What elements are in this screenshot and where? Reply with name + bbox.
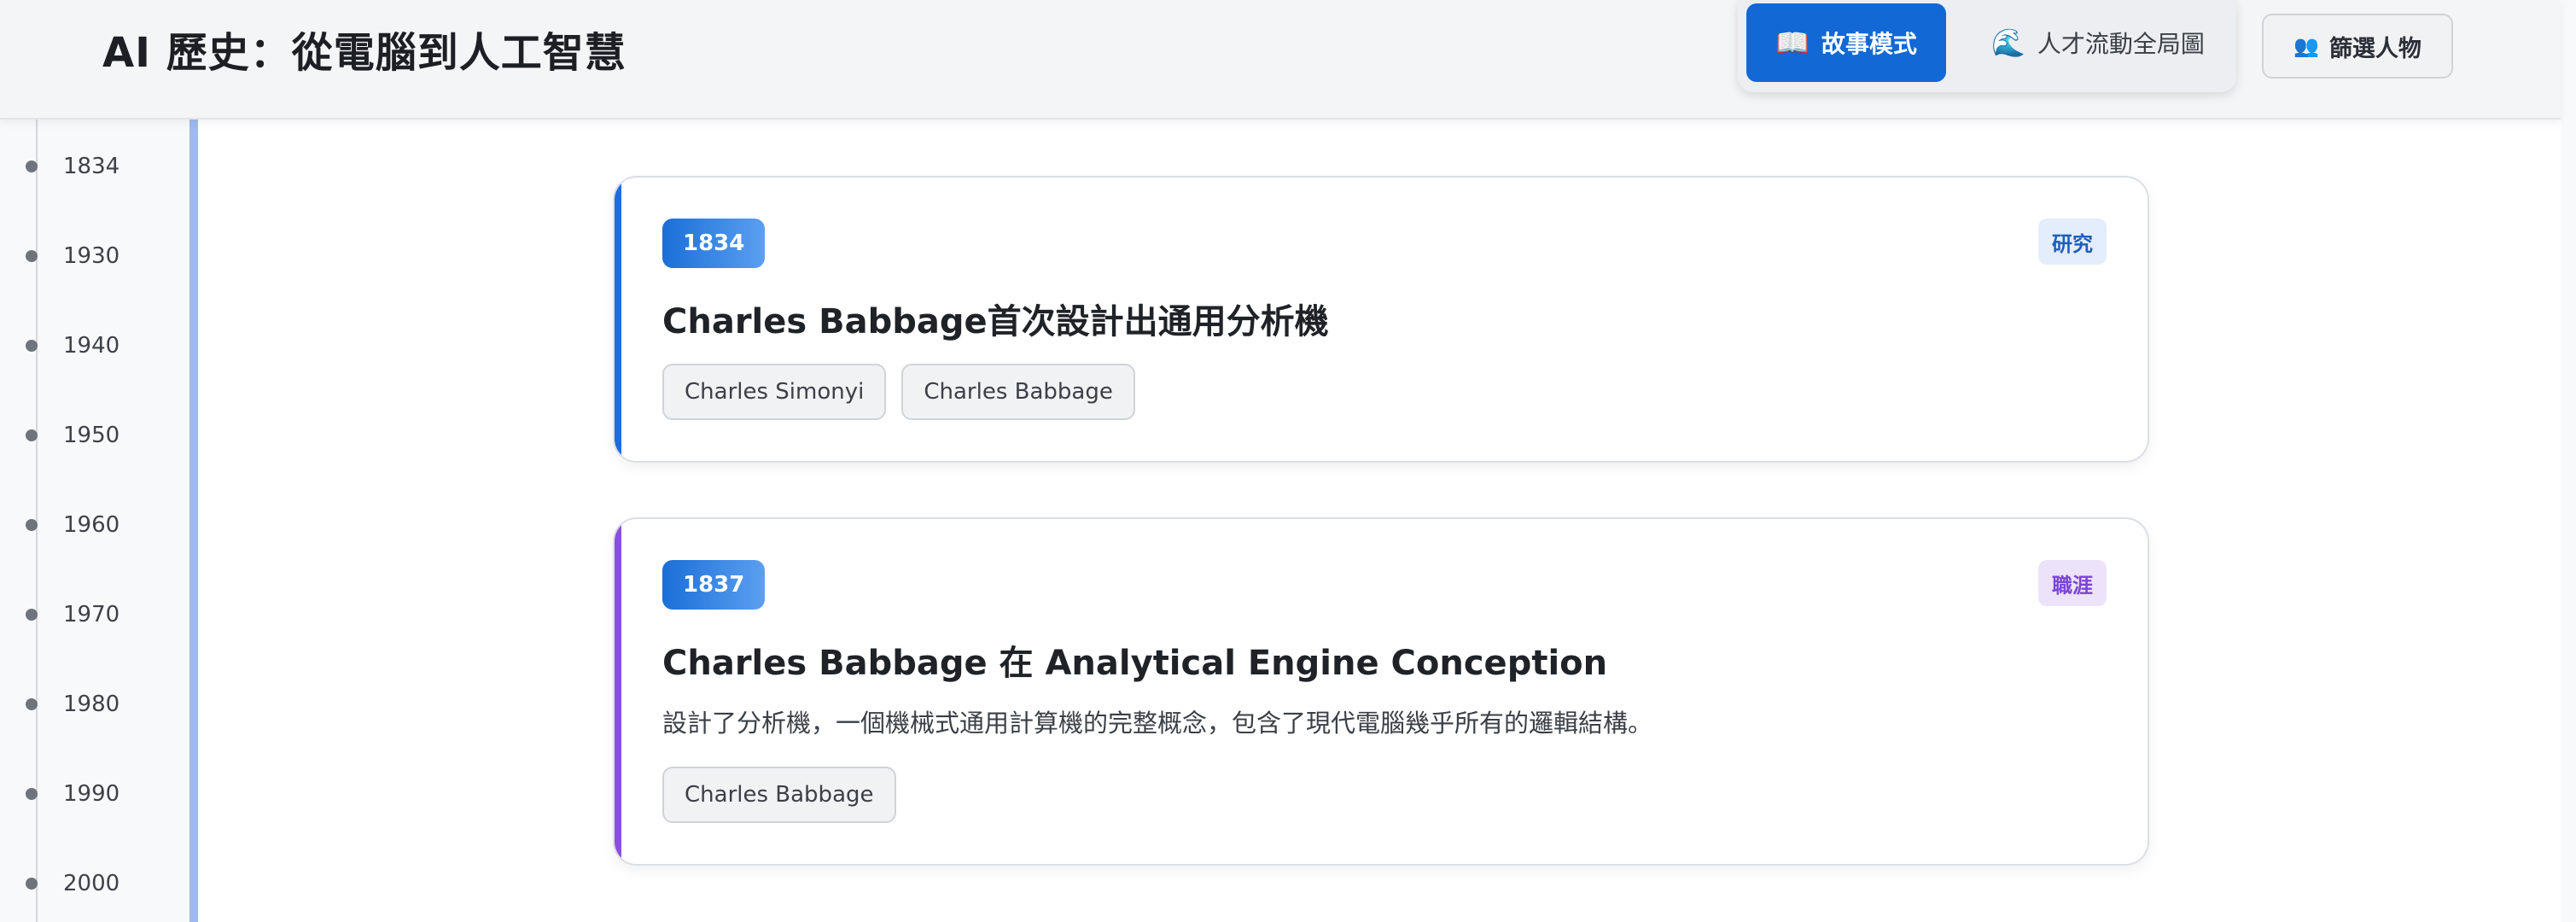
year-item-1980[interactable]: 1980 xyxy=(26,687,119,721)
year-label: 1960 xyxy=(63,512,120,538)
event-card[interactable]: 1837 職涯 Charles Babbage 在 Analytical Eng… xyxy=(613,517,2149,866)
year-dot xyxy=(26,250,38,262)
event-year-badge: 1837 xyxy=(662,560,766,610)
story-mode-button[interactable]: 📖 故事模式 xyxy=(1746,3,1946,82)
year-label: 1980 xyxy=(63,692,120,717)
year-dot xyxy=(26,698,38,710)
event-title: Charles Babbage 在 Analytical Engine Conc… xyxy=(662,644,1608,683)
year-dot xyxy=(26,340,38,352)
year-item-1930[interactable]: 1930 xyxy=(26,239,119,273)
year-dot xyxy=(26,519,38,531)
card-accent-bar xyxy=(615,519,621,864)
filter-people-button[interactable]: 👥 篩選人物 xyxy=(2262,14,2453,79)
year-item-1990[interactable]: 1990 xyxy=(26,777,119,811)
category-badge: 職涯 xyxy=(2038,560,2107,606)
year-dot xyxy=(26,609,38,621)
event-description: 設計了分析機，一個機械式通用計算機的完整概念，包含了現代電腦幾乎所有的邏輯結構。 xyxy=(662,709,1653,738)
sidebar-scroll-indicator xyxy=(189,120,198,922)
top-header: AI 歷史：從電腦到人工智慧 📖 故事模式 🌊 人才流動全局圖 👥 篩選人物 xyxy=(0,0,2561,120)
event-title: Charles Babbage首次設計出通用分析機 xyxy=(662,302,1329,341)
story-mode-label: 故事模式 xyxy=(1821,30,1917,58)
open-book-icon: 📖 xyxy=(1775,26,1810,59)
year-label: 1940 xyxy=(63,333,120,359)
year-label: 1990 xyxy=(63,781,120,807)
year-item-1960[interactable]: 1960 xyxy=(26,508,119,542)
event-year-badge: 1834 xyxy=(662,219,766,268)
people-icon: 👥 xyxy=(2293,34,2319,58)
year-dot xyxy=(26,429,38,441)
year-label: 1950 xyxy=(63,423,120,448)
talent-flow-label: 人才流動全局圖 xyxy=(2037,30,2205,58)
year-dot xyxy=(26,160,38,172)
year-dot xyxy=(26,878,38,890)
year-item-2000[interactable]: 2000 xyxy=(26,867,119,901)
year-dot xyxy=(26,788,38,800)
people-tags: Charles Simonyi Charles Babbage xyxy=(662,364,1135,420)
view-mode-switch: 📖 故事模式 🌊 人才流動全局圖 xyxy=(1738,0,2236,92)
year-label: 1970 xyxy=(63,602,120,627)
year-item-1940[interactable]: 1940 xyxy=(26,329,119,363)
event-card[interactable]: 1834 研究 Charles Babbage首次設計出通用分析機 Charle… xyxy=(613,176,2149,463)
page-title: AI 歷史：從電腦到人工智慧 xyxy=(102,29,627,77)
wave-icon: 🌊 xyxy=(1991,26,2025,59)
person-tag[interactable]: Charles Babbage xyxy=(901,364,1135,420)
people-tags: Charles Babbage xyxy=(662,767,896,823)
year-label: 1834 xyxy=(63,154,120,179)
year-label: 1930 xyxy=(63,243,120,269)
person-tag[interactable]: Charles Babbage xyxy=(662,767,896,823)
talent-flow-button[interactable]: 🌊 人才流動全局圖 xyxy=(1970,3,2226,82)
year-item-1970[interactable]: 1970 xyxy=(26,598,119,632)
filter-people-label: 篩選人物 xyxy=(2328,35,2422,62)
year-item-1950[interactable]: 1950 xyxy=(26,418,119,452)
year-timeline-sidebar: 1834 1930 1940 1950 1960 1970 1980 1990 … xyxy=(0,120,189,922)
person-tag[interactable]: Charles Simonyi xyxy=(662,364,887,420)
year-label: 2000 xyxy=(63,871,120,896)
card-accent-bar xyxy=(615,178,621,461)
year-item-1834[interactable]: 1834 xyxy=(26,149,119,184)
story-main-area: 1834 研究 Charles Babbage首次設計出通用分析機 Charle… xyxy=(198,120,2561,922)
category-badge: 研究 xyxy=(2038,219,2107,265)
